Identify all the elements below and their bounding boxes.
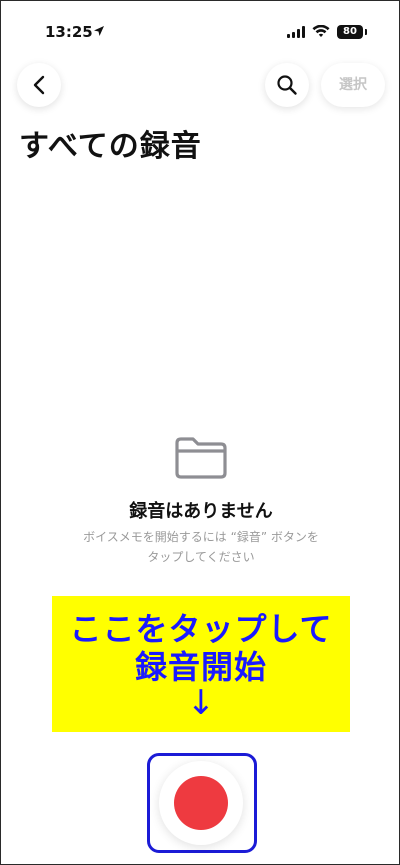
instruction-annotation: ここをタップして 録音開始 ↓: [52, 596, 350, 732]
status-time: 13:25: [45, 23, 93, 41]
location-arrow-icon: [94, 26, 104, 36]
wifi-icon: [312, 25, 330, 37]
annotation-text-line2: 録音開始: [134, 648, 267, 686]
page-title: すべての録音: [19, 129, 202, 164]
record-button[interactable]: [159, 761, 243, 845]
search-icon: [277, 75, 297, 95]
record-dot-icon: [174, 776, 228, 830]
cellular-signal-icon: [287, 26, 305, 38]
battery-indicator: 80: [337, 25, 363, 39]
empty-state-hint: ボイスメモを開始するには “録音” ボタンを タップしてください: [83, 530, 319, 564]
down-arrow-icon: ↓: [186, 683, 216, 723]
back-button[interactable]: [17, 63, 61, 107]
phone-screen: 13:25 80 選択 すべての録音 録音はありません ボイスメモを開始するには…: [0, 0, 400, 865]
chevron-left-icon: [33, 75, 45, 95]
search-button[interactable]: [265, 63, 309, 107]
battery-tip: [365, 29, 367, 35]
empty-state-title: 録音はありません: [129, 501, 273, 522]
folder-icon: [175, 437, 227, 479]
select-button[interactable]: 選択: [321, 63, 385, 107]
